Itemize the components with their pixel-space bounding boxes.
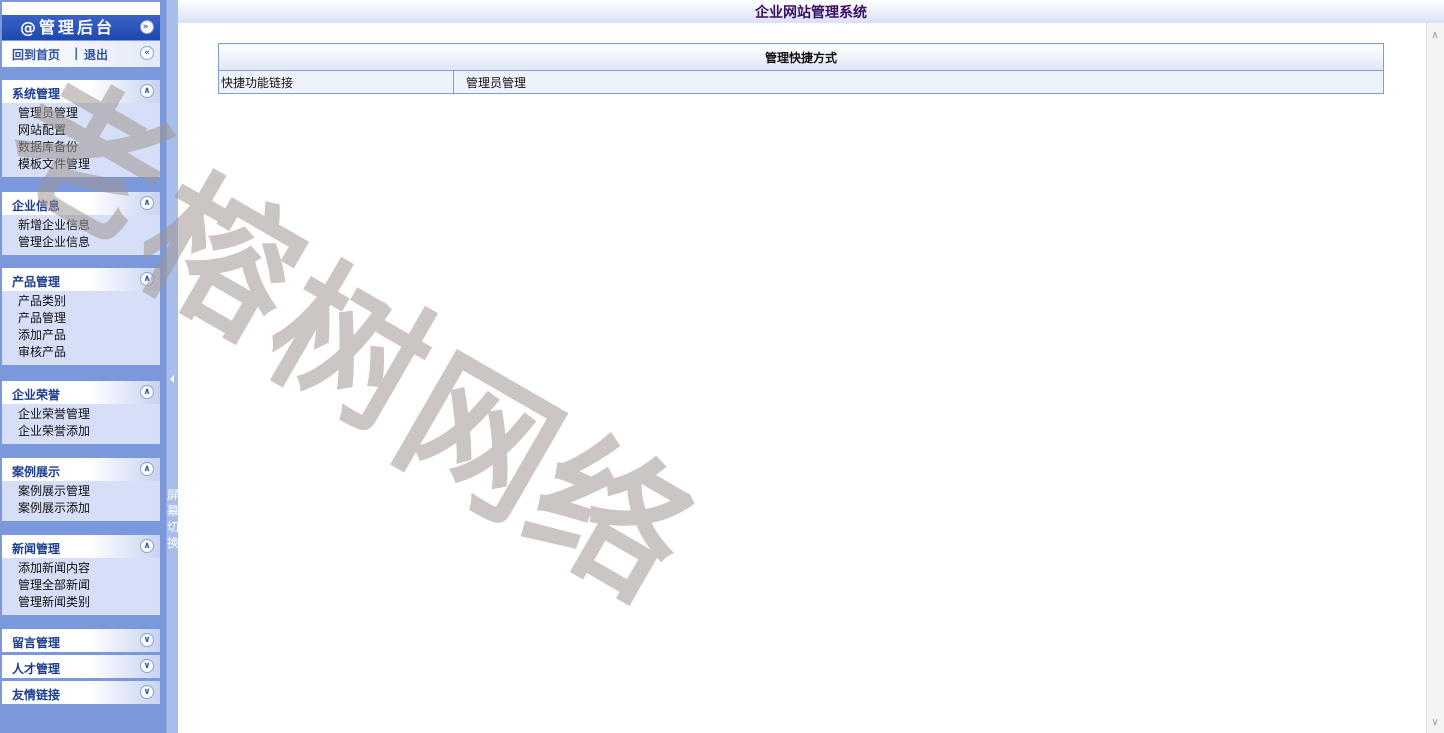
page-title: 企业网站管理系统 bbox=[755, 5, 867, 21]
sidebar-panel: 友情链接 ∨ bbox=[2, 681, 160, 704]
brand-title: @管理后台 bbox=[20, 18, 116, 37]
sidebar-panel-header[interactable]: 新闻管理 ∧ bbox=[2, 535, 160, 558]
sidebar-panel-title[interactable]: 案例展示 bbox=[12, 463, 60, 480]
row-link-admin-management[interactable]: 管理员管理 bbox=[453, 70, 1384, 94]
sidebar-panel-header[interactable]: 留言管理 ∨ bbox=[2, 629, 160, 652]
sidebar-item[interactable]: 管理企业信息 bbox=[18, 234, 160, 251]
sidebar-item[interactable]: 新增企业信息 bbox=[18, 217, 160, 234]
sidebar-item[interactable]: 网站配置 bbox=[18, 122, 160, 139]
sidebar-panel-items: 产品类别 产品管理 添加产品 审核产品 bbox=[2, 291, 160, 361]
sidebar-panel: 留言管理 ∨ bbox=[2, 629, 160, 652]
sidebar-panel-title[interactable]: 新闻管理 bbox=[12, 540, 60, 557]
main-content: 管理快捷方式 快捷功能链接 管理员管理 bbox=[178, 23, 1426, 733]
sidebar-item[interactable]: 添加产品 bbox=[18, 327, 160, 344]
vertical-scrollbar[interactable]: ∧ ∨ bbox=[1426, 23, 1444, 733]
sidebar-panel-header[interactable]: 企业荣誉 ∧ bbox=[2, 381, 160, 404]
sidebar-item[interactable]: 模板文件管理 bbox=[18, 156, 160, 173]
sidebar-panel: 案例展示 ∧ 案例展示管理 案例展示添加 bbox=[2, 458, 160, 521]
sidebar-item[interactable]: 企业荣誉添加 bbox=[18, 423, 160, 440]
chevron-double-up-icon[interactable]: ∧ bbox=[140, 539, 154, 553]
chevron-double-up-icon[interactable]: ∧ bbox=[140, 196, 154, 210]
sidebar-panel-title[interactable]: 友情链接 bbox=[12, 686, 60, 703]
sidebar-panel: 产品管理 ∧ 产品类别 产品管理 添加产品 审核产品 bbox=[2, 268, 160, 365]
brand-bar: @管理后台 » bbox=[2, 15, 160, 40]
sidebar-panel-title[interactable]: 企业荣誉 bbox=[12, 386, 60, 403]
sidebar-item[interactable]: 案例展示添加 bbox=[18, 500, 160, 517]
chevron-double-down-icon[interactable]: ∨ bbox=[140, 633, 154, 647]
sidebar-panel-title[interactable]: 产品管理 bbox=[12, 273, 60, 290]
sidebar-panel-header[interactable]: 系统管理 ∧ bbox=[2, 80, 160, 103]
chevron-double-up-icon[interactable]: ∧ bbox=[140, 272, 154, 286]
sidebar-panel-title[interactable]: 留言管理 bbox=[12, 634, 60, 651]
scroll-up-icon[interactable]: ∧ bbox=[1430, 30, 1440, 42]
sidebar-panel-header[interactable]: 友情链接 ∨ bbox=[2, 681, 160, 704]
sidebar-item[interactable]: 添加新闻内容 bbox=[18, 560, 160, 577]
chevron-double-down-icon[interactable]: ∨ bbox=[140, 659, 154, 673]
table-row: 快捷功能链接 管理员管理 bbox=[218, 70, 1384, 94]
sidebar-panel-title[interactable]: 企业信息 bbox=[12, 197, 60, 214]
sidebar: @管理后台 » 回到首页 | 退出 « 系统管理 ∧ 管理员管理 网站配置 数据库备份模… bbox=[0, 0, 166, 733]
sidebar-panel-header[interactable]: 人才管理 ∨ bbox=[2, 655, 160, 678]
sidebar-panel: 企业信息 ∧ 新增企业信息 管理企业信息 bbox=[2, 192, 160, 255]
chevron-double-up-icon[interactable]: ∧ bbox=[140, 462, 154, 476]
sidebar-panel-title[interactable]: 系统管理 bbox=[12, 85, 60, 102]
home-link[interactable]: 回到首页 bbox=[12, 46, 60, 63]
sidebar-panel-items: 企业荣誉管理 企业荣誉添加 bbox=[2, 404, 160, 440]
quick-links-table: 管理快捷方式 快捷功能链接 管理员管理 bbox=[218, 43, 1384, 94]
sidebar-panel-header[interactable]: 企业信息 ∧ bbox=[2, 192, 160, 215]
sidebar-item[interactable]: 管理新闻类别 bbox=[18, 594, 160, 611]
sidebar-panel-title[interactable]: 人才管理 bbox=[12, 660, 60, 677]
sidebar-item[interactable]: 管理全部新闻 bbox=[18, 577, 160, 594]
sidebar-panel: 企业荣誉 ∧ 企业荣誉管理 企业荣誉添加 bbox=[2, 381, 160, 444]
sidebar-panel-items: 案例展示管理 案例展示添加 bbox=[2, 481, 160, 517]
table-title: 管理快捷方式 bbox=[218, 43, 1384, 71]
chevron-double-down-icon[interactable]: ∨ bbox=[140, 685, 154, 699]
sidebar-panel-items: 新增企业信息 管理企业信息 bbox=[2, 215, 160, 251]
sidebar-item[interactable]: 数据库备份 bbox=[18, 139, 160, 156]
admin-brand: @管理后台 » bbox=[2, 2, 160, 40]
sidebar-item[interactable]: 企业荣誉管理 bbox=[18, 406, 160, 423]
sidebar-item[interactable]: 审核产品 bbox=[18, 344, 160, 361]
sidebar-item[interactable]: 产品类别 bbox=[18, 293, 160, 310]
scroll-down-icon[interactable]: ∨ bbox=[1430, 717, 1440, 729]
screen-toggle-splitter[interactable]: 屏幕切换 bbox=[166, 0, 179, 733]
sidebar-panel: 系统管理 ∧ 管理员管理 网站配置 数据库备份 模板文件管理 bbox=[2, 80, 160, 177]
sidebar-item[interactable]: 产品管理 bbox=[18, 310, 160, 327]
home-bar: 回到首页 | 退出 « bbox=[2, 41, 160, 67]
chevron-double-left-icon[interactable]: « bbox=[140, 46, 154, 60]
row-label: 快捷功能链接 bbox=[218, 70, 454, 94]
triangle-left-icon[interactable] bbox=[170, 375, 174, 383]
sidebar-item[interactable]: 管理员管理 bbox=[18, 105, 160, 122]
sidebar-panel-items: 添加新闻内容 管理全部新闻 管理新闻类别 bbox=[2, 558, 160, 611]
chevron-double-up-icon[interactable]: ∧ bbox=[140, 385, 154, 399]
sidebar-panel-header[interactable]: 产品管理 ∧ bbox=[2, 268, 160, 291]
logout-link[interactable]: 退出 bbox=[84, 46, 108, 63]
chevron-double-up-icon[interactable]: ∧ bbox=[140, 84, 154, 98]
brand-top-strip bbox=[2, 2, 160, 15]
sidebar-panel-header[interactable]: 案例展示 ∧ bbox=[2, 458, 160, 481]
sidebar-panel: 人才管理 ∨ bbox=[2, 655, 160, 678]
sidebar-panel-items: 管理员管理 网站配置 数据库备份 模板文件管理 bbox=[2, 103, 160, 173]
home-separator: | bbox=[74, 46, 79, 60]
top-bar: 企业网站管理系统 bbox=[178, 0, 1444, 23]
chevron-double-down-icon[interactable]: » bbox=[140, 20, 154, 34]
sidebar-panel: 新闻管理 ∧ 添加新闻内容 管理全部新闻 管理新闻类别 bbox=[2, 535, 160, 615]
sidebar-item[interactable]: 案例展示管理 bbox=[18, 483, 160, 500]
